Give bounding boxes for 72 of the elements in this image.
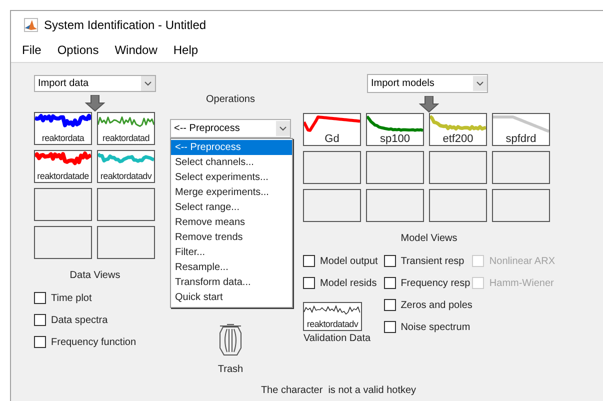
tile-label: reaktordatadv (306, 318, 358, 330)
empty-tile (366, 151, 424, 184)
operations-dropdown[interactable]: <-- Preprocess (170, 119, 291, 138)
empty-tile (34, 188, 92, 221)
section-label: Data Views (68, 270, 122, 281)
empty-tile (97, 226, 155, 259)
checkbox[interactable] (34, 292, 46, 304)
menu-item[interactable]: File (16, 43, 48, 57)
checkbox[interactable] (384, 255, 396, 267)
checkbox-label: Model output (320, 256, 378, 266)
window-title: System Identification - Untitled (44, 18, 206, 32)
data-tile[interactable]: spfdrd (492, 113, 550, 146)
tile-label: reaktordatad (102, 132, 150, 144)
menu-item[interactable]: Options (51, 43, 105, 57)
data-tile[interactable]: reaktordata (34, 112, 92, 145)
trash-icon[interactable] (218, 324, 243, 356)
empty-tile (97, 188, 155, 221)
tile-label: reaktordatade (37, 170, 89, 182)
import-models-dropdown[interactable]: Import models (367, 74, 488, 93)
empty-tile (429, 151, 487, 184)
empty-tile (492, 151, 550, 184)
tile-label: reaktordatadv (100, 170, 152, 182)
checkbox-label: Frequency function (51, 336, 136, 348)
status-message: The character is not a valid hotkey (260, 385, 416, 396)
empty-tile (366, 189, 424, 222)
tile-label: sp100 (380, 133, 410, 145)
empty-tile (303, 189, 361, 222)
checkbox[interactable] (34, 336, 46, 348)
data-tile[interactable]: reaktordatad (97, 112, 155, 145)
tile-label: etf200 (442, 133, 474, 145)
data-tile[interactable]: reaktordatadv (97, 150, 155, 183)
menu-item[interactable]: Window (108, 43, 164, 57)
menu-option[interactable]: <-- Preprocess (171, 140, 292, 155)
checkbox-label: Transient resp (400, 256, 464, 266)
checkbox[interactable] (384, 321, 396, 333)
section-label: Model Views (400, 233, 458, 244)
section-label: Operations (205, 94, 256, 105)
tile-label: spfdrd (506, 133, 536, 145)
trash-label: Trash (216, 364, 244, 375)
caret-icon (141, 76, 155, 91)
tile-label: reaktordata (42, 132, 84, 144)
checkbox-label: Time plot (51, 292, 92, 304)
checkbox[interactable] (303, 255, 315, 267)
data-tile[interactable]: sp100 (366, 113, 424, 146)
arrow-down-icon (85, 95, 105, 112)
empty-tile (303, 151, 361, 184)
checkbox-label: Noise spectrum (400, 322, 470, 332)
menu-item[interactable]: Help (167, 43, 204, 57)
checkbox[interactable] (34, 314, 46, 326)
checkbox-label: Frequency resp (400, 278, 470, 288)
empty-tile (492, 189, 550, 222)
caret-icon (276, 121, 290, 136)
checkbox-label: Nonlinear ARX (489, 256, 555, 266)
checkbox[interactable] (303, 277, 315, 289)
empty-tile (34, 226, 92, 259)
empty-tile (429, 189, 487, 222)
checkbox-label: Zeros and poles (400, 300, 472, 310)
validation-label: Validation Data (303, 333, 371, 344)
tile-label: Gd (324, 133, 340, 145)
import-data-dropdown[interactable]: Import data (34, 75, 156, 92)
arrow-down-icon (419, 96, 439, 113)
app-icon (24, 18, 38, 32)
checkbox-label: Hamm-Wiener (489, 278, 554, 288)
data-tile[interactable]: etf200 (429, 113, 487, 146)
validation-tile[interactable]: reaktordatadv (303, 302, 362, 331)
checkbox[interactable] (384, 277, 396, 289)
checkbox-label: Data spectra (51, 314, 108, 326)
checkbox-label: Model resids (320, 278, 377, 288)
checkbox[interactable] (384, 299, 396, 311)
data-tile[interactable]: Gd (303, 113, 361, 146)
data-tile[interactable]: reaktordatade (34, 150, 92, 183)
caret-icon (473, 76, 487, 91)
